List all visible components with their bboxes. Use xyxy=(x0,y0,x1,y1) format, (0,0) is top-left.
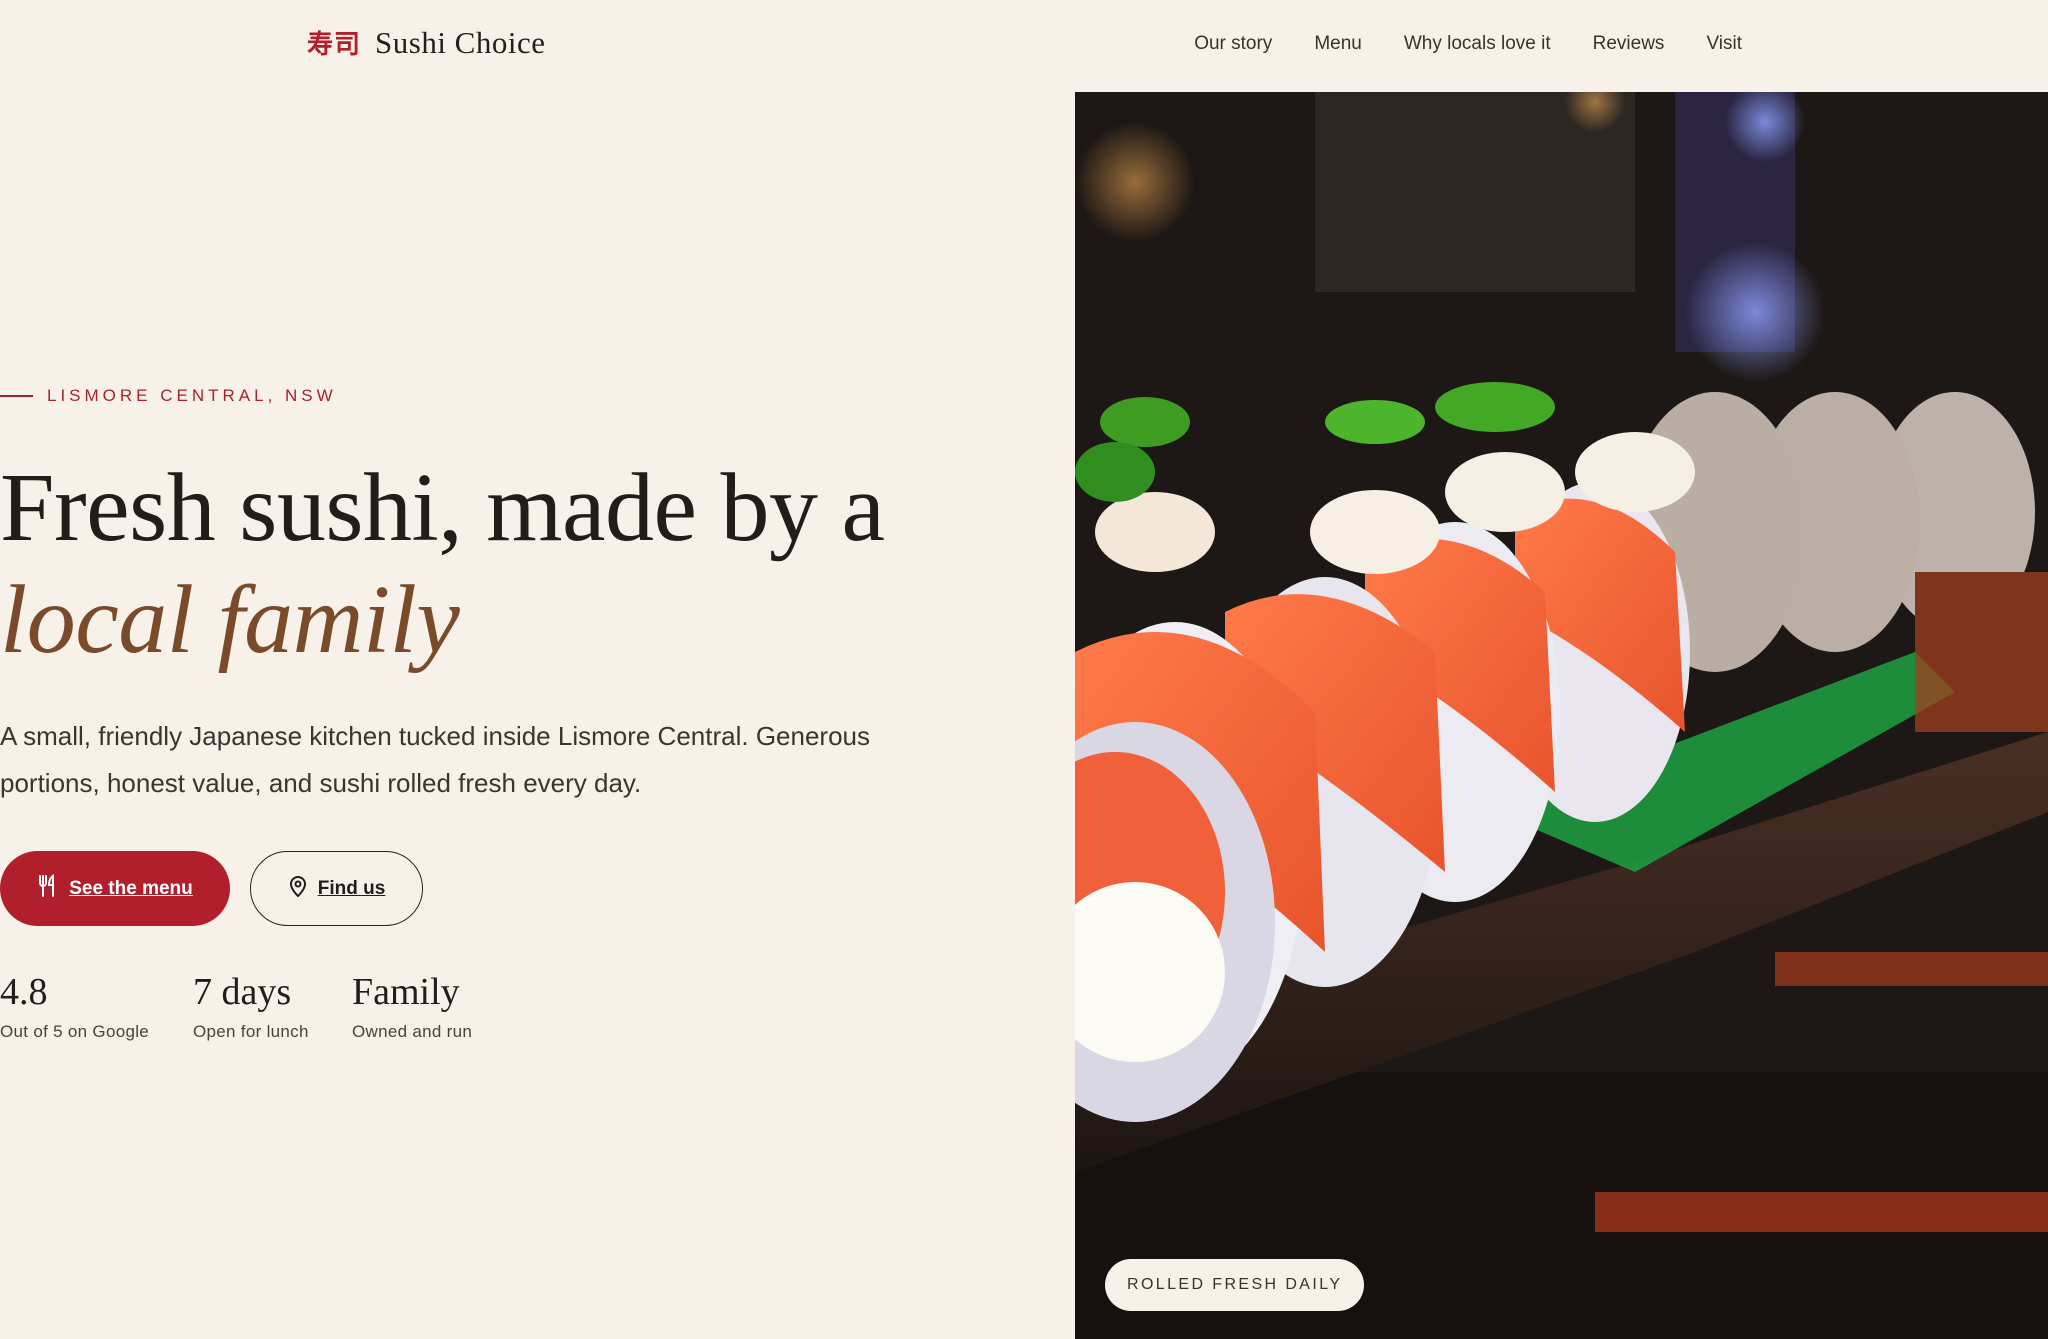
stat-value: 4.8 xyxy=(0,971,48,1013)
eyebrow-text: LISMORE CENTRAL, NSW xyxy=(47,386,337,405)
headline-accent: local family xyxy=(0,566,460,674)
stat-lunch: 7 days Open for lunch xyxy=(193,970,309,1042)
photo-caption-badge: ROLLED FRESH DAILY xyxy=(1105,1259,1365,1311)
sushi-photo xyxy=(1075,92,2048,1339)
eyebrow-rule xyxy=(0,395,33,397)
map-pin-icon xyxy=(288,875,308,903)
see-menu-button[interactable]: See the menu xyxy=(0,851,230,926)
find-us-button[interactable]: Find us xyxy=(250,851,423,926)
stat-label: Open for lunch xyxy=(193,1022,309,1041)
hero-headline: Fresh sushi, made by a local family xyxy=(0,452,885,676)
hero-lead: A small, friendly Japanese kitchen tucke… xyxy=(0,721,870,798)
headline-line-1: Fresh sushi, made by a xyxy=(0,454,885,562)
stat-family: Family Owned and run xyxy=(352,970,472,1042)
stat-label: Owned and run xyxy=(352,1022,473,1041)
stat-value: 7 days xyxy=(193,971,292,1013)
logo[interactable]: 寿司 Sushi Choice xyxy=(307,24,546,61)
nav-why-locals[interactable]: Why locals love it xyxy=(1404,33,1551,55)
stat-value: Family xyxy=(352,971,460,1013)
nav-reviews[interactable]: Reviews xyxy=(1593,33,1665,55)
location-eyebrow: LISMORE CENTRAL, NSW xyxy=(0,386,337,406)
see-menu-label: See the menu xyxy=(69,877,193,899)
find-us-label: Find us xyxy=(317,877,386,899)
logo-mark: 寿司 xyxy=(307,30,362,60)
nav-menu[interactable]: Menu xyxy=(1314,33,1362,55)
utensils-icon xyxy=(37,873,59,904)
site-header: 寿司 Sushi Choice Our story Menu Why local… xyxy=(0,0,2048,92)
stat-label: Out of 5 on Google xyxy=(0,1022,150,1041)
nav-our-story[interactable]: Our story xyxy=(1194,33,1272,55)
brand-name: Sushi Choice xyxy=(375,25,546,60)
main-nav: Our story Menu Why locals love it Review… xyxy=(1194,33,1742,55)
nav-visit[interactable]: Visit xyxy=(1706,33,1742,55)
stat-rating: 4.8 Out of 5 on Google xyxy=(0,970,149,1042)
